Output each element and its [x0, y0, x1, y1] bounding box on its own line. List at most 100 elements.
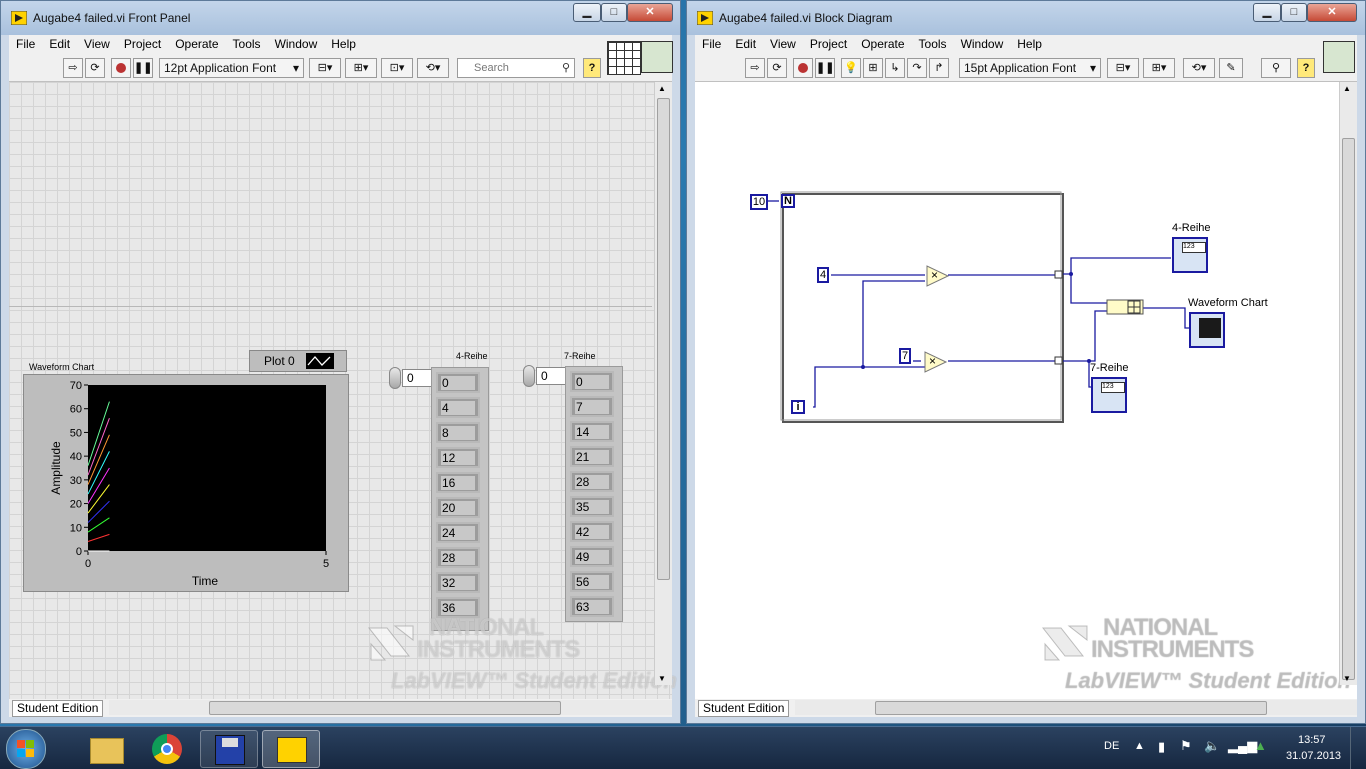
start-button[interactable]: [6, 729, 46, 769]
block-diagram-vscrollbar[interactable]: ▲ ▼: [1339, 82, 1357, 685]
menu-view[interactable]: View: [763, 35, 803, 51]
front-panel-vscrollbar[interactable]: ▲ ▼: [654, 82, 672, 685]
waveform-chart[interactable]: 70 60 50 40 30 20 10 0 0 5 Time Amplitude: [23, 374, 349, 592]
search-input[interactable]: Search ⚲: [457, 58, 575, 78]
run-arrow-icon[interactable]: ⇨: [63, 58, 83, 78]
front-panel-titlebar[interactable]: Augabe4 failed.vi Front Panel ▁ □ ✕: [1, 1, 680, 35]
search-icon[interactable]: ⚲: [1261, 58, 1291, 78]
network-signal-icon[interactable]: ▂▄▆: [1228, 738, 1257, 754]
loop-count-terminal[interactable]: N: [781, 194, 795, 208]
array7-index-updown[interactable]: [523, 365, 535, 387]
taskbar-explorer[interactable]: [78, 730, 134, 766]
menu-edit[interactable]: Edit: [42, 35, 77, 51]
context-help-icon[interactable]: ?: [1297, 58, 1315, 78]
align-objects-icon[interactable]: ⊟▾: [309, 58, 341, 78]
menu-help[interactable]: Help: [1010, 35, 1049, 51]
run-arrow-icon[interactable]: ⇨: [745, 58, 765, 78]
minimize-button[interactable]: ▁: [1253, 3, 1281, 22]
resize-objects-icon[interactable]: ⊡▾: [381, 58, 413, 78]
wire-to-ind4[interactable]: [1063, 257, 1171, 275]
show-hidden-icons[interactable]: ▲: [1134, 740, 1145, 752]
drive-sync-icon[interactable]: ▲: [1254, 738, 1267, 753]
close-button[interactable]: ✕: [1307, 3, 1357, 22]
pause-icon[interactable]: ❚❚: [815, 58, 835, 78]
vi-icon[interactable]: [1323, 41, 1355, 73]
menu-file[interactable]: File: [9, 35, 42, 51]
action-center-flag-icon[interactable]: ⚑: [1180, 738, 1192, 754]
plot-legend[interactable]: Plot 0: [249, 350, 347, 372]
array4-index-updown[interactable]: [389, 367, 401, 389]
connector-pane-icon[interactable]: [607, 41, 641, 75]
menu-operate[interactable]: Operate: [854, 35, 911, 51]
menu-window[interactable]: Window: [954, 35, 1011, 51]
loop-count-constant[interactable]: 10: [750, 194, 768, 210]
loop-iteration-terminal[interactable]: i: [791, 400, 805, 414]
maximize-button[interactable]: □: [601, 3, 627, 22]
output-tunnel-7[interactable]: [1054, 356, 1063, 365]
taskbar-save-app[interactable]: [200, 730, 258, 768]
waveform-chart-terminal[interactable]: [1189, 312, 1225, 348]
clock-date[interactable]: 31.07.2013: [1286, 750, 1341, 762]
run-continuously-icon[interactable]: ⟳: [767, 58, 787, 78]
clean-up-diagram-icon[interactable]: ✎: [1219, 58, 1243, 78]
clock-time[interactable]: 13:57: [1298, 734, 1326, 746]
taskbar-chrome[interactable]: [139, 730, 195, 766]
wire-to-bundle-b[interactable]: [1089, 310, 1107, 362]
maximize-button[interactable]: □: [1281, 3, 1307, 22]
hscroll-thumb[interactable]: [209, 701, 561, 715]
menu-edit[interactable]: Edit: [728, 35, 763, 51]
distribute-objects-icon[interactable]: ⊞▾: [345, 58, 377, 78]
block-diagram-titlebar[interactable]: Augabe4 failed.vi Block Diagram ▁ □ ✕: [687, 1, 1365, 35]
abort-icon[interactable]: [793, 58, 813, 78]
constant-7[interactable]: 7: [899, 348, 911, 364]
align-objects-icon[interactable]: ⊟▾: [1107, 58, 1139, 78]
output-tunnel-4[interactable]: [1054, 270, 1063, 279]
step-over-icon[interactable]: ↷: [907, 58, 927, 78]
scroll-down-icon[interactable]: ▼: [1343, 674, 1351, 683]
for-loop-border[interactable]: [782, 193, 1064, 423]
front-panel-hscrollbar[interactable]: [109, 700, 672, 715]
wire-to-bundle-a[interactable]: [1070, 274, 1107, 304]
scroll-up-icon[interactable]: ▲: [658, 84, 666, 93]
step-into-icon[interactable]: ↳: [885, 58, 905, 78]
menu-project[interactable]: Project: [803, 35, 854, 51]
font-selector[interactable]: 12pt Application Font ▾: [159, 58, 304, 78]
reorder-icon[interactable]: ⟲▾: [1183, 58, 1215, 78]
minimize-button[interactable]: ▁: [573, 3, 601, 22]
volume-icon[interactable]: 🔈: [1204, 738, 1220, 754]
scroll-up-icon[interactable]: ▲: [1343, 84, 1351, 93]
vi-icon[interactable]: [641, 41, 673, 73]
context-help-icon[interactable]: ?: [583, 58, 601, 78]
front-panel-canvas[interactable]: Plot 0 Waveform Chart 70 60 50 40 30 20 10 0 0 5 T…: [9, 82, 677, 701]
menu-file[interactable]: File: [695, 35, 728, 51]
wire-i-mult7[interactable]: [813, 366, 925, 408]
vscroll-thumb[interactable]: [1342, 138, 1355, 680]
distribute-objects-icon[interactable]: ⊞▾: [1143, 58, 1175, 78]
run-continuously-icon[interactable]: ⟳: [85, 58, 105, 78]
abort-icon[interactable]: [111, 58, 131, 78]
block-diagram-canvas[interactable]: 10 N i 4 7 × × 4-Reihe 123 Waveform Char…: [695, 82, 1357, 701]
pause-icon[interactable]: ❚❚: [133, 58, 153, 78]
reorder-icon[interactable]: ⟲▾: [417, 58, 449, 78]
taskbar-labview[interactable]: [262, 730, 320, 768]
array4-indicator-terminal[interactable]: 123: [1172, 237, 1208, 273]
wire-i-mult4[interactable]: [862, 280, 925, 367]
menu-operate[interactable]: Operate: [168, 35, 225, 51]
hscroll-thumb[interactable]: [875, 701, 1267, 715]
font-selector[interactable]: 15pt Application Font ▾: [959, 58, 1101, 78]
scroll-down-icon[interactable]: ▼: [658, 674, 666, 683]
show-desktop-button[interactable]: [1350, 727, 1366, 769]
battery-icon[interactable]: ▮: [1158, 739, 1165, 755]
menu-project[interactable]: Project: [117, 35, 168, 51]
menu-help[interactable]: Help: [324, 35, 363, 51]
wire-to-chart[interactable]: [1143, 307, 1191, 329]
pane-splitter[interactable]: [9, 306, 652, 307]
wire-to-ind7[interactable]: [1063, 360, 1091, 388]
retain-wire-values-icon[interactable]: ⊞: [863, 58, 883, 78]
array7-indicator-terminal[interactable]: 123: [1091, 377, 1127, 413]
constant-4[interactable]: 4: [817, 267, 829, 283]
block-diagram-hscrollbar[interactable]: [795, 700, 1357, 715]
language-indicator[interactable]: DE: [1104, 740, 1119, 752]
menu-view[interactable]: View: [77, 35, 117, 51]
menu-window[interactable]: Window: [268, 35, 325, 51]
